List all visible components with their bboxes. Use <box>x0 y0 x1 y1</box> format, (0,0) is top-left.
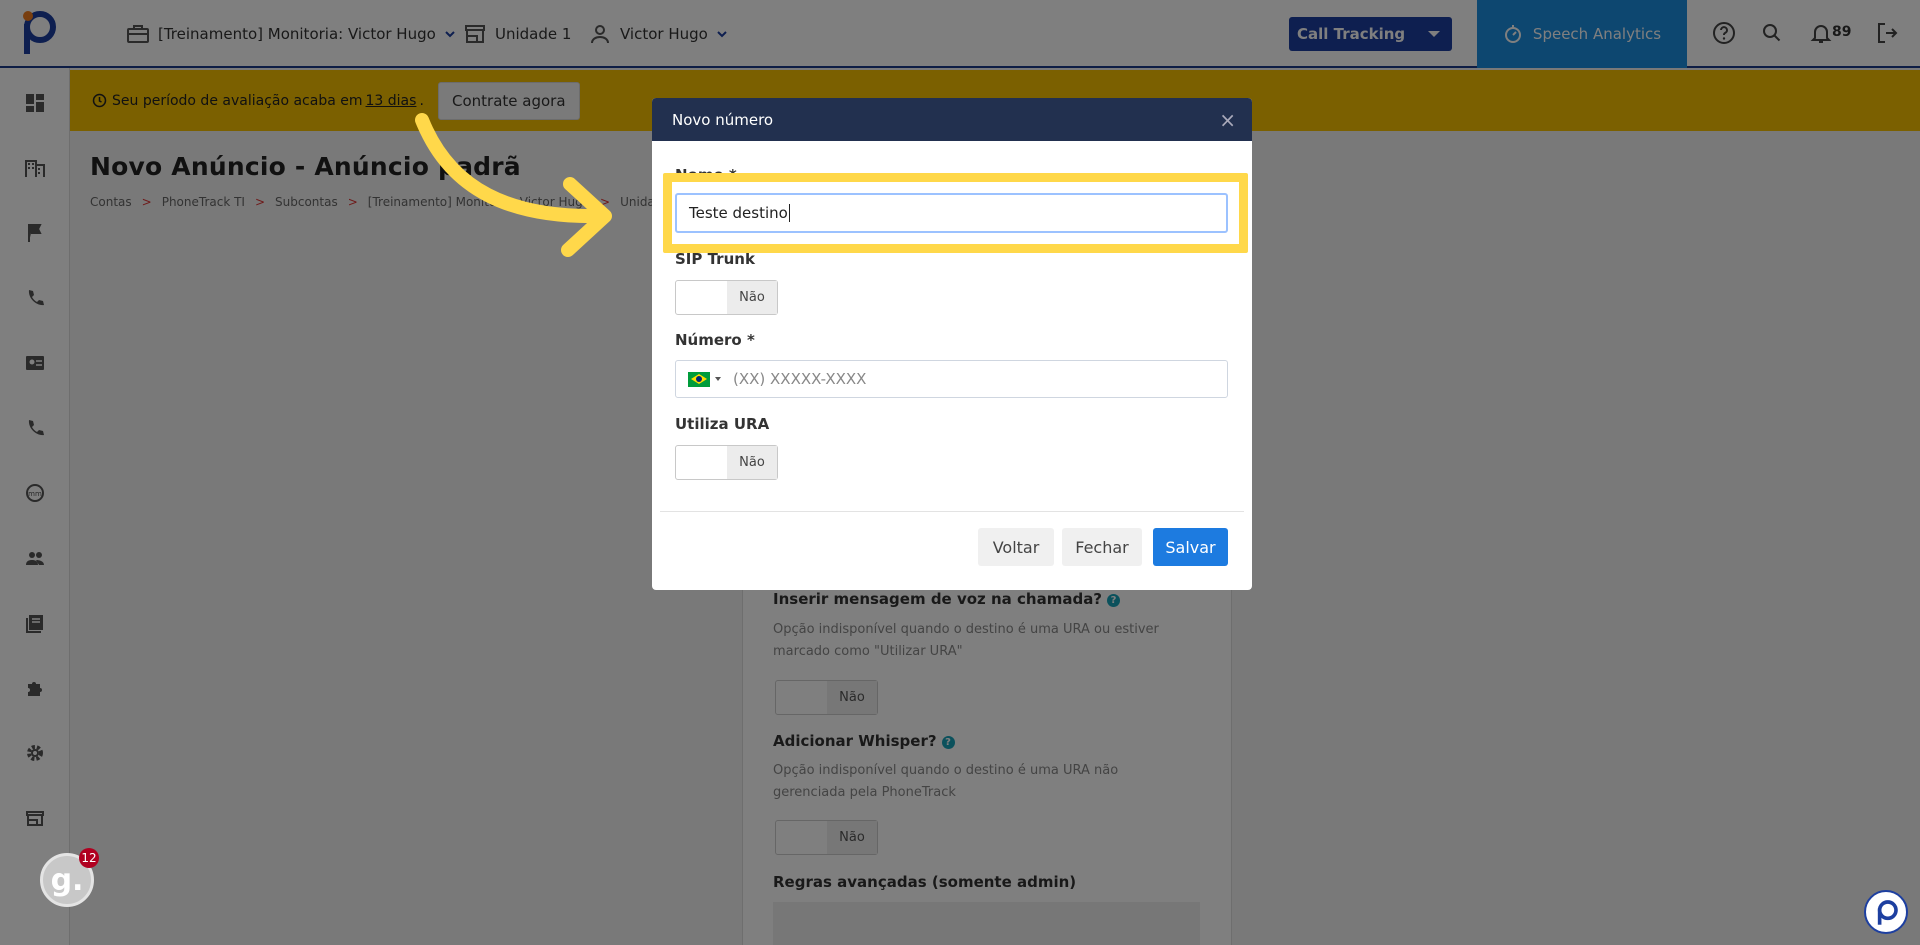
close-icon[interactable]: × <box>1219 108 1236 132</box>
number-label: Número * <box>675 331 755 349</box>
modal-title: Novo número <box>672 110 774 129</box>
brazil-flag-icon[interactable] <box>688 371 710 387</box>
toggle-state: Não <box>727 281 777 314</box>
ura-label: Utiliza URA <box>675 415 770 433</box>
tutorial-highlight <box>663 173 1248 253</box>
number-placeholder: (XX) XXXXX-XXXX <box>733 370 867 388</box>
close-button[interactable]: Fechar <box>1062 528 1142 566</box>
caret-down-icon[interactable] <box>715 377 721 381</box>
modal-header: Novo número × <box>652 98 1252 141</box>
modal-divider <box>660 511 1244 512</box>
number-input[interactable]: (XX) XXXXX-XXXX <box>675 360 1228 398</box>
toggle-state: Não <box>727 446 777 479</box>
tutorial-arrow-icon <box>415 113 612 257</box>
back-button[interactable]: Voltar <box>978 528 1054 566</box>
sip-trunk-toggle[interactable]: Não <box>675 280 778 315</box>
phonetrack-chat-icon[interactable] <box>1864 890 1908 934</box>
support-widget-badge: 12 <box>79 848 99 868</box>
new-number-modal: Novo número × Nome * Teste destino SIP T… <box>652 98 1252 590</box>
save-button[interactable]: Salvar <box>1153 528 1228 566</box>
ura-toggle[interactable]: Não <box>675 445 778 480</box>
